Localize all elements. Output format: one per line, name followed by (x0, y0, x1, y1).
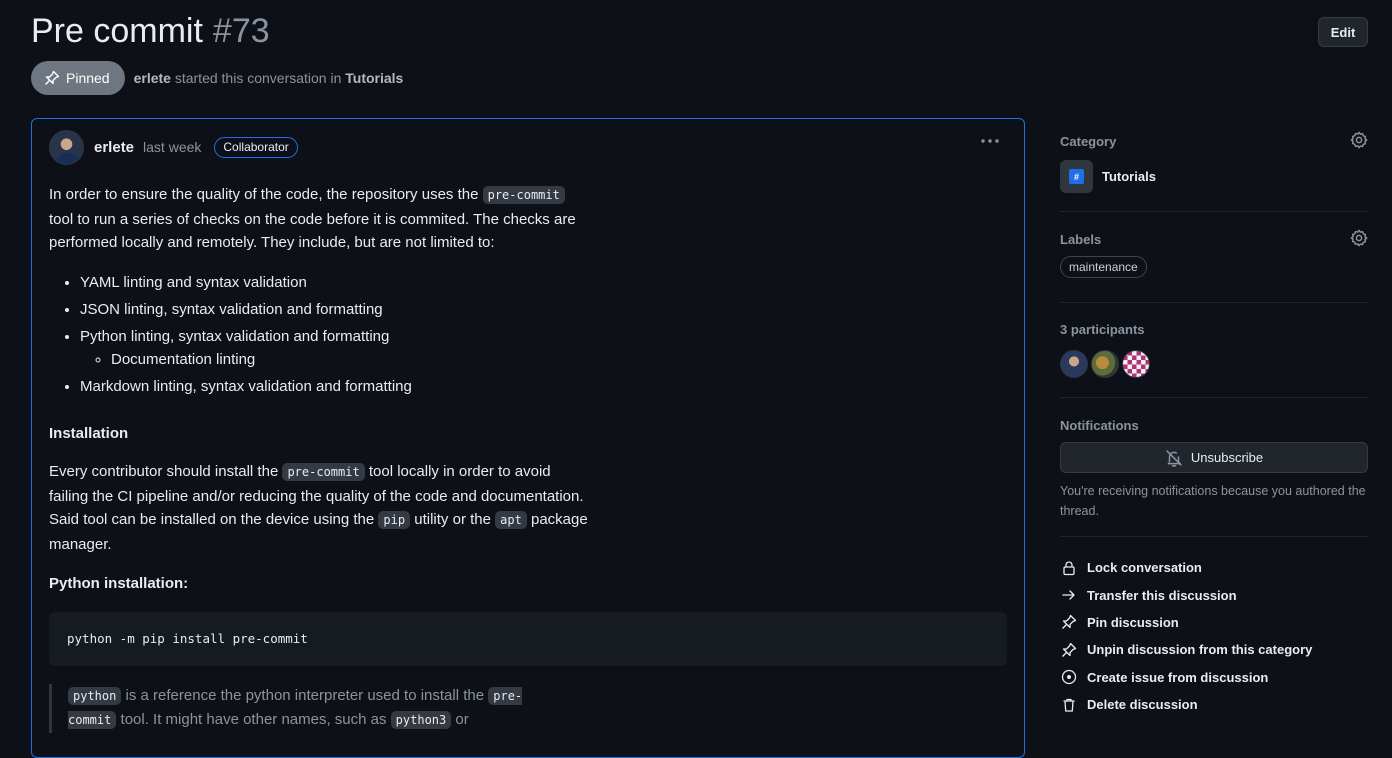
notification-reason: You're receiving notifications because y… (1060, 484, 1366, 518)
checks-list: YAML linting and syntax validation JSON … (49, 271, 1009, 398)
header-category-link[interactable]: Tutorials (345, 70, 403, 86)
edit-button[interactable]: Edit (1318, 17, 1368, 47)
create-issue-action[interactable]: Create issue from discussion (1060, 664, 1368, 691)
action-label: Delete discussion (1087, 697, 1198, 713)
python-installation-heading: Python installation: (49, 575, 189, 592)
inline-code: pre-commit (482, 186, 565, 204)
author-avatar[interactable] (49, 129, 84, 165)
delete-discussion-action[interactable]: Delete discussion (1060, 691, 1368, 718)
quote-text-3: or (451, 711, 469, 728)
install-paragraph: Every contributor should install the pre… (49, 460, 589, 556)
header-author-link[interactable]: erlete (134, 70, 171, 86)
install-text-3: utility or the (410, 511, 496, 528)
post-time[interactable]: last week (143, 139, 201, 155)
pin-icon (1060, 641, 1078, 659)
avatar[interactable] (1091, 350, 1119, 378)
post-body: In order to ensure the quality of the co… (49, 183, 1009, 733)
post-header: erlete last week Collaborator (49, 128, 298, 166)
blockquote: python is a reference the python interpr… (49, 683, 569, 733)
discussion-meta: Pinned erlete started this conversation … (31, 61, 403, 95)
labels-section: Labels maintenance (1060, 212, 1368, 303)
intro-text-2: tool to run a series of checks on the co… (49, 210, 576, 252)
transfer-discussion-action[interactable]: Transfer this discussion (1060, 581, 1368, 608)
list-item: Documentation linting (111, 348, 1009, 371)
pin-icon (45, 70, 60, 85)
participants-heading: 3 participants (1060, 322, 1145, 337)
notifications-section: Notifications Unsubscribe You're receivi… (1060, 398, 1368, 537)
quote-text-1: is a reference the python interpreter us… (121, 686, 489, 704)
sub-checks-list: Documentation linting (80, 348, 1009, 371)
avatar[interactable] (1122, 350, 1150, 378)
collaborator-badge: Collaborator (214, 136, 298, 158)
inline-code: python3 (390, 711, 452, 729)
trash-icon (1060, 696, 1078, 714)
pin-discussion-action[interactable]: Pin discussion (1060, 609, 1368, 636)
action-label: Transfer this discussion (1087, 587, 1237, 603)
code-block: python -m pip install pre-commit (49, 611, 1007, 666)
list-item: JSON linting, syntax validation and form… (80, 298, 1009, 321)
unsubscribe-label: Unsubscribe (1190, 450, 1264, 465)
notifications-heading: Notifications (1060, 418, 1139, 433)
kebab-menu-icon[interactable] (976, 131, 1004, 151)
issue-opened-icon (1060, 668, 1078, 686)
list-item: Markdown linting, syntax validation and … (80, 375, 1009, 398)
pin-icon (1060, 613, 1078, 631)
pinned-label: Pinned (66, 70, 110, 86)
pinned-badge: Pinned (31, 61, 125, 95)
discussion-number: #73 (212, 12, 270, 50)
started-text: started this conversation in (174, 70, 342, 86)
list-item-text: Python linting, syntax validation and fo… (80, 327, 390, 345)
discussion-title-row: Pre commit #73 (31, 12, 270, 56)
arrow-right-icon (1060, 586, 1078, 604)
avatar[interactable] (1060, 350, 1088, 378)
label-chip[interactable]: maintenance (1060, 256, 1147, 278)
labels-gear-icon[interactable] (1350, 229, 1368, 247)
labels-heading: Labels (1060, 232, 1102, 247)
started-conversation-text: erlete started this conversation in Tuto… (134, 70, 404, 86)
action-label: Unpin discussion from this category (1087, 642, 1313, 658)
list-item: YAML linting and syntax validation (80, 271, 1009, 294)
lock-conversation-action[interactable]: Lock conversation (1060, 554, 1368, 581)
install-text-1: Every contributor should install the (49, 463, 283, 480)
intro-text-1: In order to ensure the quality of the co… (49, 186, 483, 203)
post-author[interactable]: erlete (94, 139, 134, 156)
discussion-sidebar: Category # Tutorials Labels maintenance … (1060, 118, 1368, 712)
inline-code: pip (378, 511, 411, 529)
discussion-actions: Lock conversation Transfer this discussi… (1060, 554, 1368, 718)
inline-code: apt (495, 511, 527, 529)
action-label: Create issue from discussion (1087, 669, 1269, 685)
unsubscribe-button[interactable]: Unsubscribe (1060, 442, 1368, 473)
unpin-discussion-action[interactable]: Unpin discussion from this category (1060, 636, 1368, 663)
inline-code: python (68, 686, 122, 705)
participants-avatars (1060, 350, 1368, 378)
bell-slash-icon (1166, 449, 1182, 467)
action-label: Pin discussion (1087, 614, 1179, 630)
intro-paragraph: In order to ensure the quality of the co… (49, 183, 589, 255)
list-item: Python linting, syntax validation and fo… (80, 325, 1009, 371)
discussion-post: erlete last week Collaborator In order t… (31, 118, 1025, 758)
participants-section: 3 participants (1060, 303, 1368, 398)
discussion-title: Pre commit (31, 12, 203, 50)
quote-text-2: tool. It might have other names, such as (116, 711, 391, 728)
installation-heading: Installation (49, 424, 129, 442)
inline-code: pre-commit (282, 463, 365, 481)
lock-icon (1060, 559, 1078, 577)
action-label: Lock conversation (1087, 560, 1202, 576)
